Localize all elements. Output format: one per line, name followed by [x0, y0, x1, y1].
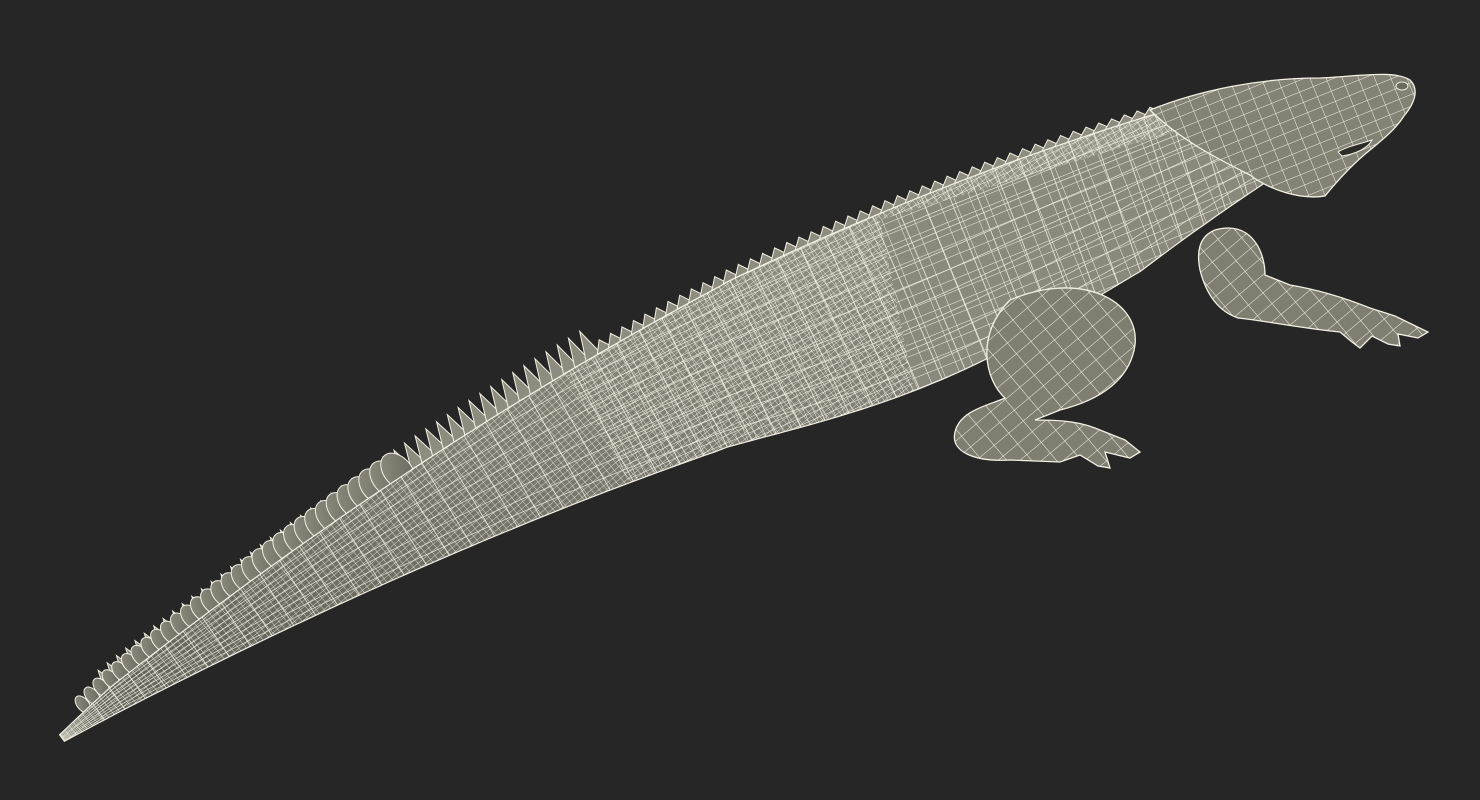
front-leg-mesh	[1198, 228, 1428, 348]
nostril	[1395, 81, 1409, 91]
crocodile-wireframe-render	[58, 73, 1430, 742]
3d-viewport[interactable]	[0, 0, 1480, 800]
